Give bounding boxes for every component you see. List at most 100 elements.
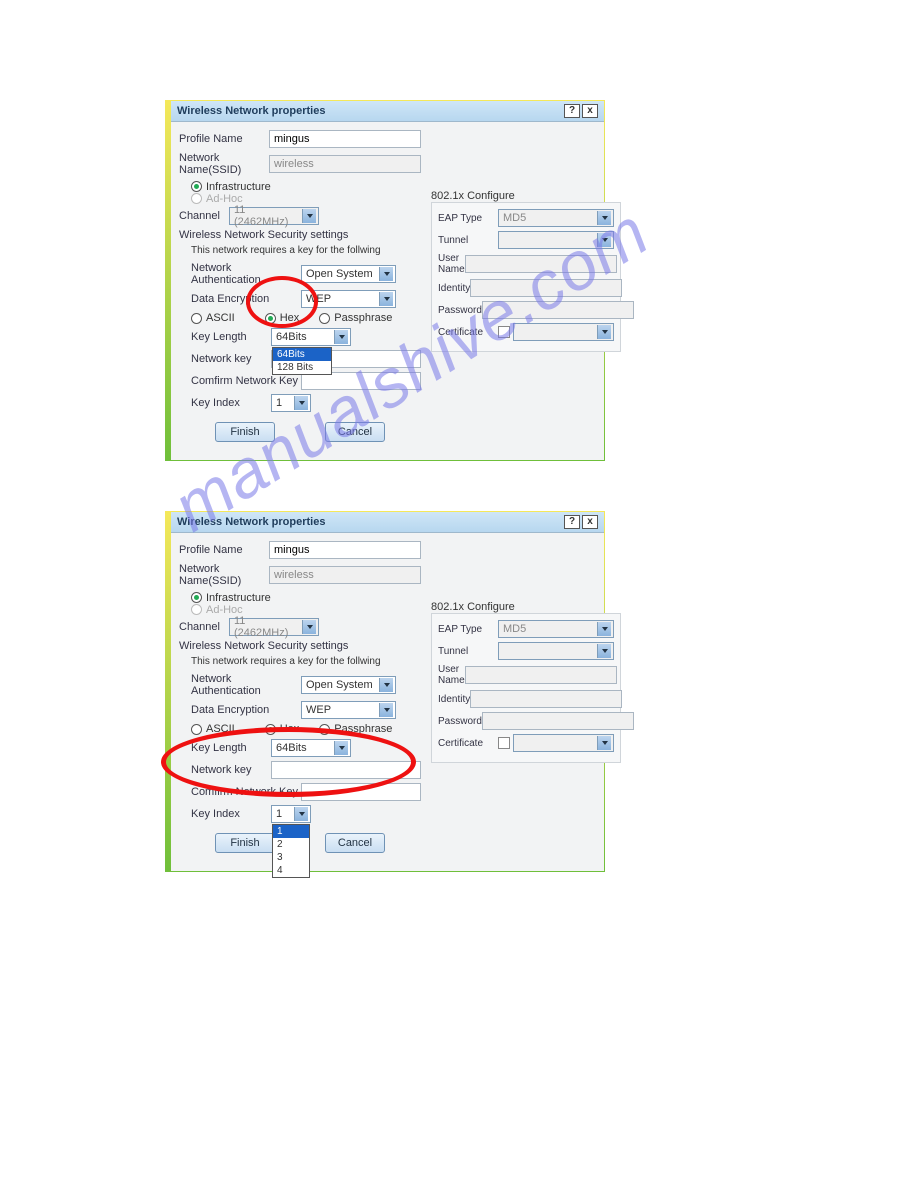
keylen-select[interactable]: 64Bits xyxy=(271,739,351,757)
tunnel-label: Tunnel xyxy=(438,646,498,657)
cancel-button[interactable]: Cancel xyxy=(325,422,385,442)
titlebar: Wireless Network properties ? x xyxy=(171,512,604,533)
radio-infrastructure[interactable]: Infrastructure xyxy=(191,181,271,193)
confirmkey-label: Comfirm Network Key xyxy=(191,786,301,798)
radio-infra-label: Infrastructure xyxy=(206,181,271,193)
keyidx-value: 1 xyxy=(276,808,282,820)
username-label: User Name xyxy=(438,253,465,275)
netkey-input[interactable] xyxy=(271,761,421,779)
eap-label: EAP Type xyxy=(438,624,498,635)
eap-value: MD5 xyxy=(503,212,526,224)
ssid-label: Network Name(SSID) xyxy=(179,563,269,587)
security-note: This network requires a key for the foll… xyxy=(191,245,421,256)
finish-button[interactable]: Finish xyxy=(215,833,275,853)
enc-value: WEP xyxy=(306,704,331,716)
auth-label: Network Authentication xyxy=(191,673,301,697)
keylen-opt-64[interactable]: 64Bits xyxy=(273,348,331,361)
password-label: Password xyxy=(438,716,482,727)
keylen-label: Key Length xyxy=(191,742,271,754)
username-input xyxy=(465,255,617,273)
chevron-down-icon xyxy=(379,267,393,281)
chevron-down-icon xyxy=(334,330,348,344)
username-label: User Name xyxy=(438,664,465,686)
cert-checkbox xyxy=(498,326,510,338)
channel-value: 11 (2462MHz) xyxy=(234,615,302,639)
keyidx-label: Key Index xyxy=(191,397,271,409)
ascii-label: ASCII xyxy=(206,723,235,735)
ssid-input xyxy=(269,155,421,173)
radio-infrastructure[interactable]: Infrastructure xyxy=(191,592,271,604)
radio-hex[interactable]: Hex xyxy=(265,723,300,735)
radio-hex[interactable]: Hex xyxy=(265,312,300,324)
chevron-down-icon xyxy=(379,678,393,692)
channel-select: 11 (2462MHz) xyxy=(229,207,319,225)
keyidx-opt-1[interactable]: 1 xyxy=(273,825,309,838)
radio-passphrase[interactable]: Passphrase xyxy=(319,723,392,735)
dialog-wireless-2: Wireless Network properties ? x Profile … xyxy=(165,511,605,872)
enc-label: Data Encryption xyxy=(191,293,301,305)
channel-value: 11 (2462MHz) xyxy=(234,204,302,228)
tunnel-select xyxy=(498,642,614,660)
chevron-down-icon xyxy=(294,396,308,410)
cert-label: Certificate xyxy=(438,327,498,338)
close-button[interactable]: x xyxy=(582,515,598,529)
profile-name-input[interactable] xyxy=(269,130,421,148)
enc-value: WEP xyxy=(306,293,331,305)
eap-select: MD5 xyxy=(498,209,614,227)
dialog-wireless-1: Wireless Network properties ? x Profile … xyxy=(165,100,605,461)
radio-ascii[interactable]: ASCII xyxy=(191,723,235,735)
cancel-button[interactable]: Cancel xyxy=(325,833,385,853)
close-button[interactable]: x xyxy=(582,104,598,118)
confirmkey-input[interactable] xyxy=(301,783,421,801)
keyidx-label: Key Index xyxy=(191,808,271,820)
channel-select: 11 (2462MHz) xyxy=(229,618,319,636)
tunnel-select xyxy=(498,231,614,249)
keyidx-opt-2[interactable]: 2 xyxy=(273,838,309,851)
chevron-down-icon xyxy=(597,211,611,225)
security-note: This network requires a key for the foll… xyxy=(191,656,421,667)
chevron-down-icon xyxy=(379,703,393,717)
eap-value: MD5 xyxy=(503,623,526,635)
keylen-select[interactable]: 64Bits 64Bits 128 Bits xyxy=(271,328,351,346)
radio-infra-label: Infrastructure xyxy=(206,592,271,604)
passphrase-label: Passphrase xyxy=(334,312,392,324)
radio-passphrase[interactable]: Passphrase xyxy=(319,312,392,324)
keyidx-opt-4[interactable]: 4 xyxy=(273,864,309,877)
cert-label: Certificate xyxy=(438,738,498,749)
chevron-down-icon xyxy=(302,620,316,634)
keyidx-opt-3[interactable]: 3 xyxy=(273,851,309,864)
enc-select[interactable]: WEP xyxy=(301,701,396,719)
keyindex-select[interactable]: 1 xyxy=(271,394,311,412)
help-button[interactable]: ? xyxy=(564,515,580,529)
finish-button[interactable]: Finish xyxy=(215,422,275,442)
eap-select: MD5 xyxy=(498,620,614,638)
chevron-down-icon xyxy=(597,622,611,636)
security-settings-title: Wireless Network Security settings xyxy=(179,640,421,652)
chevron-down-icon xyxy=(597,644,611,658)
chevron-down-icon xyxy=(597,325,611,339)
username-input xyxy=(465,666,617,684)
radio-adhoc-label: Ad-Hoc xyxy=(206,604,243,616)
profile-name-input[interactable] xyxy=(269,541,421,559)
keylen-label: Key Length xyxy=(191,331,271,343)
identity-input xyxy=(470,690,622,708)
eap-label: EAP Type xyxy=(438,213,498,224)
help-button[interactable]: ? xyxy=(564,104,580,118)
enc-select[interactable]: WEP xyxy=(301,290,396,308)
passphrase-label: Passphrase xyxy=(334,723,392,735)
chevron-down-icon xyxy=(597,736,611,750)
cert-select xyxy=(513,734,614,752)
cfg-title: 802.1x Configure xyxy=(431,601,621,613)
identity-input xyxy=(470,279,622,297)
keyindex-select[interactable]: 1 1 2 3 4 xyxy=(271,805,311,823)
chevron-down-icon xyxy=(294,807,308,821)
channel-label: Channel xyxy=(179,210,229,222)
cert-checkbox xyxy=(498,737,510,749)
keylen-opt-128[interactable]: 128 Bits xyxy=(273,361,331,374)
keylen-value: 64Bits xyxy=(276,331,307,343)
auth-select[interactable]: Open System xyxy=(301,676,396,694)
security-settings-title: Wireless Network Security settings xyxy=(179,229,421,241)
radio-ascii[interactable]: ASCII xyxy=(191,312,235,324)
auth-select[interactable]: Open System xyxy=(301,265,396,283)
keyindex-dropdown: 1 2 3 4 xyxy=(272,824,310,878)
